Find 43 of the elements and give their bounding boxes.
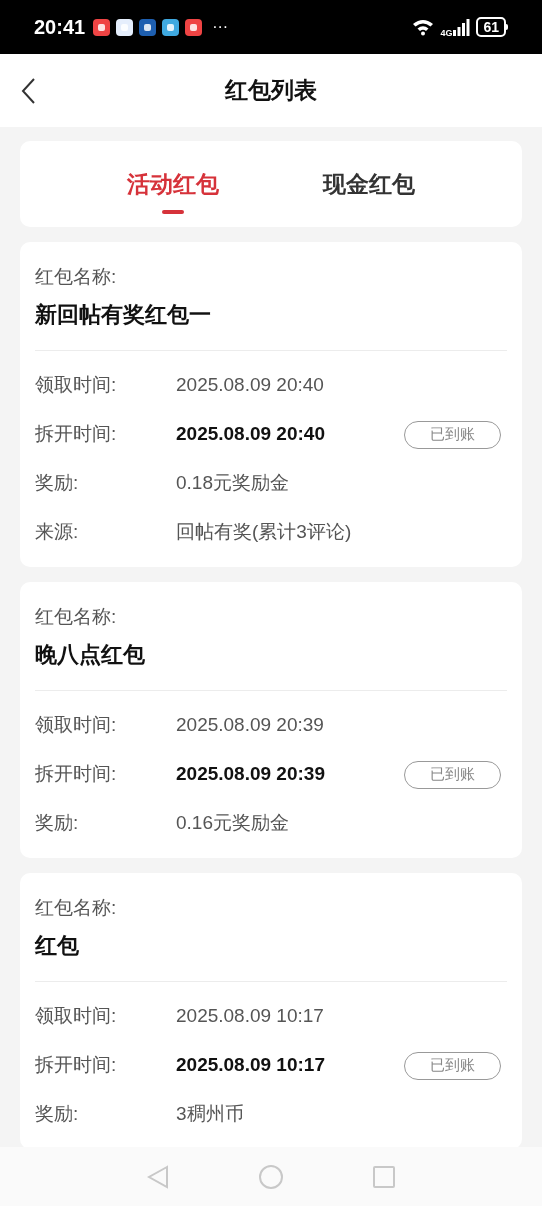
name-label: 红包名称: bbox=[35, 265, 118, 289]
battery-indicator: 61 bbox=[476, 17, 508, 37]
tab[interactable]: 现金红包 bbox=[323, 141, 415, 227]
tab[interactable]: 活动红包 bbox=[127, 141, 219, 227]
field-value: 0.16元奖励金 bbox=[176, 811, 289, 836]
recents-nav-icon[interactable] bbox=[373, 1165, 395, 1188]
app-icon bbox=[162, 18, 180, 36]
field-label: 拆开时间: bbox=[35, 762, 118, 787]
field-label: 拆开时间: bbox=[35, 1053, 118, 1078]
wifi-icon bbox=[412, 18, 435, 36]
field-label: 奖励: bbox=[35, 1102, 80, 1127]
app-icon bbox=[139, 18, 157, 36]
packet-name: 晚八点红包 bbox=[35, 641, 146, 669]
page-title: 红包列表 bbox=[225, 76, 317, 106]
name-label: 红包名称: bbox=[35, 896, 118, 920]
status-time: 20:41 bbox=[34, 15, 86, 40]
packet-name: 红包 bbox=[35, 932, 80, 960]
back-nav-icon[interactable] bbox=[147, 1164, 169, 1189]
field-value: 2025.08.09 10:17 bbox=[176, 1004, 324, 1029]
field-label: 领取时间: bbox=[35, 1004, 118, 1029]
field-label: 奖励: bbox=[35, 471, 80, 496]
field-value: 2025.08.09 20:39 bbox=[176, 762, 325, 787]
field-value: 2025.08.09 20:39 bbox=[176, 713, 324, 738]
field-value: 回帖有奖(累计3评论) bbox=[176, 520, 352, 545]
field-value: 2025.08.09 10:17 bbox=[176, 1053, 325, 1078]
home-nav-icon[interactable] bbox=[259, 1164, 283, 1189]
field-label: 拆开时间: bbox=[35, 422, 118, 447]
field-label: 领取时间: bbox=[35, 373, 118, 398]
packet-name: 新回帖有奖红包一 bbox=[35, 301, 212, 329]
network-label: 4G bbox=[440, 27, 453, 41]
app-icon bbox=[93, 18, 111, 36]
more-notifications: ··· bbox=[212, 17, 229, 37]
field-value: 3稠州币 bbox=[176, 1102, 244, 1127]
name-label: 红包名称: bbox=[35, 605, 118, 629]
app-icon bbox=[116, 18, 134, 36]
app-icon bbox=[185, 18, 203, 36]
field-value: 0.18元奖励金 bbox=[176, 471, 289, 496]
field-label: 奖励: bbox=[35, 811, 80, 836]
field-label: 领取时间: bbox=[35, 713, 118, 738]
field-value: 2025.08.09 20:40 bbox=[176, 422, 325, 447]
signal-icon bbox=[452, 18, 471, 36]
field-value: 2025.08.09 20:40 bbox=[176, 373, 324, 398]
field-label: 来源: bbox=[35, 520, 80, 545]
